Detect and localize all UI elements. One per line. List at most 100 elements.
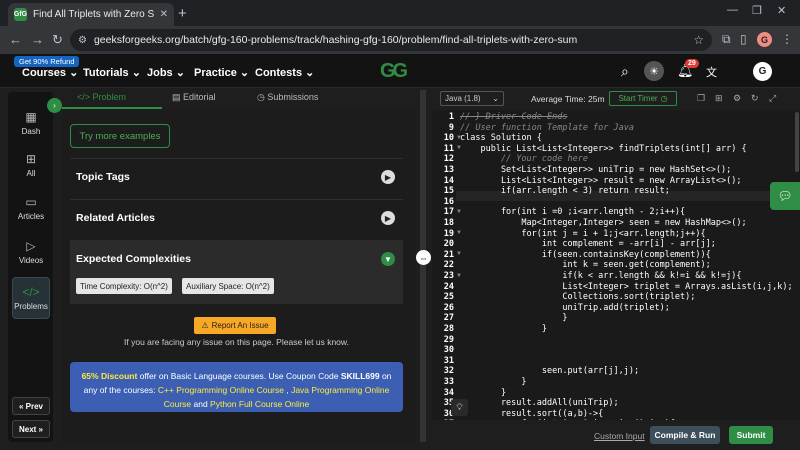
code-line: } — [460, 324, 547, 334]
chevron-right-icon[interactable]: ▶ — [381, 211, 395, 225]
line-number: 28 — [443, 324, 454, 334]
browser-tab[interactable]: GfG Find All Triplets with Zero Sum | ✕ — [8, 3, 174, 26]
resize-handle-icon[interactable]: ⇔ — [416, 250, 431, 265]
fullscreen-icon[interactable]: ⤢ — [769, 93, 776, 104]
cpp-course-link[interactable]: C++ Programming Online Course — [158, 385, 284, 395]
new-tab-icon[interactable]: + — [178, 5, 187, 22]
tab-problem[interactable]: </> Problem — [77, 92, 126, 102]
copy-icon[interactable]: ❐ — [697, 93, 705, 104]
collapse-sidebar-icon[interactable]: › — [47, 98, 62, 113]
editor-scrollbar[interactable] — [795, 112, 799, 172]
nav-courses[interactable]: Courses ⌄ — [22, 66, 78, 79]
minimize-icon[interactable]: — — [727, 4, 738, 16]
video-icon: ▷ — [26, 239, 36, 253]
line-number: 17 — [443, 207, 454, 218]
language-select[interactable]: Java (1.8) ⌄ — [440, 91, 504, 106]
nav-contests[interactable]: Contests ⌄ — [255, 66, 314, 79]
code-line: int complement = -arr[i] - arr[j]; — [460, 239, 716, 250]
side-panel-icon[interactable]: ▯ — [740, 32, 747, 46]
timer-icon: ◷ — [660, 94, 668, 103]
translate-icon[interactable]: 文 — [706, 64, 717, 80]
bookmark-star-icon[interactable]: ☆ — [693, 33, 704, 47]
line-number: 31 — [443, 355, 454, 366]
reset-icon[interactable]: ↻ — [751, 93, 759, 104]
custom-input-link[interactable]: Custom Input — [594, 431, 645, 441]
line-number: 23 — [443, 271, 454, 281]
site-info-icon[interactable]: ⚙ — [78, 35, 87, 46]
line-number: 33 — [443, 377, 454, 387]
code-editor[interactable]: 1 // } Driver Code Ends 9 // User function … — [432, 110, 800, 420]
back-icon[interactable]: ← — [9, 32, 22, 47]
code-line: } — [460, 313, 568, 324]
code-line: List<List<Integer>> result = new ArrayLi… — [460, 175, 742, 186]
report-issue-button[interactable]: ⚠ Report An Issue — [194, 317, 276, 334]
code-line: // Your code here — [460, 154, 588, 165]
topic-tags-section[interactable]: Topic Tags ▶ — [70, 158, 403, 194]
chevron-right-icon[interactable]: ▶ — [381, 170, 395, 184]
sidebar-item-articles[interactable]: ▭ Articles — [12, 187, 50, 229]
hint-bulb-icon[interactable]: 💡︎ — [451, 399, 468, 416]
code-line: } — [460, 387, 507, 398]
code-line: List<Integer> triplet = Arrays.asList(i,… — [460, 281, 793, 292]
line-number: 1 — [448, 112, 454, 122]
sidebar-item-all[interactable]: ⊞ All — [12, 144, 50, 186]
gfg-logo[interactable]: GG — [380, 60, 408, 83]
forward-icon[interactable]: → — [31, 32, 44, 47]
browser-menu-icon[interactable]: ⋮ — [781, 32, 793, 46]
tab-editorial[interactable]: ▤ Editorial — [172, 92, 216, 103]
prev-button[interactable]: « Prev — [12, 397, 50, 415]
start-timer-button[interactable]: Start Timer ◷ — [609, 91, 677, 106]
gfg-favicon-icon: GfG — [14, 8, 27, 21]
section-title: Expected Complexities — [76, 253, 191, 265]
extensions-icon[interactable]: ⧉ — [722, 32, 731, 47]
line-number: 15 — [443, 186, 454, 197]
sidebar-item-problems[interactable]: </> Problems — [12, 277, 50, 319]
search-icon[interactable]: ⌕ — [621, 63, 629, 80]
code-line: for(int i =0 ;i<arr.length - 2;i++){ — [460, 207, 686, 218]
tab-close-icon[interactable]: ✕ — [160, 9, 168, 20]
line-number: 14 — [443, 175, 454, 186]
chat-icon[interactable]: 💬︎ — [770, 182, 800, 210]
chevron-down-icon: ⌄ — [131, 67, 141, 79]
line-number: 11 — [443, 143, 454, 154]
chevron-down-icon: ⌄ — [239, 67, 250, 79]
reload-icon[interactable]: ↻ — [52, 32, 63, 48]
line-number: 22 — [443, 260, 454, 271]
address-bar[interactable]: ⚙ geeksforgeeks.org/batch/gfg-160-proble… — [70, 29, 712, 51]
chevron-down-icon: ⌄ — [175, 67, 185, 79]
theme-toggle-icon[interactable]: ☀ — [644, 61, 664, 81]
compile-run-button[interactable]: Compile & Run — [650, 426, 720, 444]
clock-icon: ◷ — [257, 92, 265, 102]
next-button[interactable]: Next » — [12, 420, 50, 438]
browser-profile-icon[interactable]: G — [757, 32, 772, 47]
settings-icon[interactable]: ⚙ — [733, 93, 741, 104]
tab-submissions[interactable]: ◷ Submissions — [257, 92, 318, 103]
related-articles-section[interactable]: Related Articles ▶ — [70, 199, 403, 235]
dashboard-icon: ▦ — [25, 110, 37, 124]
section-title: Topic Tags — [76, 171, 130, 183]
chevron-down-icon[interactable]: ▼ — [381, 252, 395, 266]
code-line: if(k < arr.length && k!=i && k!=j){ — [460, 271, 742, 281]
space-complexity-chip: Auxiliary Space: O(n^2) — [182, 278, 274, 294]
line-number: 12 — [443, 154, 454, 165]
time-complexity-chip: Time Complexity: O(n^2) — [76, 278, 172, 294]
submit-button[interactable]: Submit — [729, 426, 773, 444]
close-window-icon[interactable]: ✕ — [777, 4, 786, 17]
user-avatar[interactable]: G — [753, 62, 772, 81]
line-number: 18 — [443, 218, 454, 228]
nav-jobs[interactable]: Jobs ⌄ — [147, 66, 185, 79]
nav-tutorials[interactable]: Tutorials ⌄ — [83, 66, 141, 79]
format-icon[interactable]: ⊞ — [715, 93, 723, 104]
nav-practice[interactable]: Practice ⌄ — [194, 66, 249, 79]
code-line: if(seen.containsKey(complement)){ — [460, 249, 711, 260]
document-icon: ▤ — [172, 92, 181, 102]
try-more-examples-button[interactable]: Try more examples — [70, 124, 170, 148]
python-course-link[interactable]: Python Full Course Online — [210, 399, 309, 409]
sidebar-item-dash[interactable]: ▦ Dash — [12, 102, 50, 144]
maximize-icon[interactable]: ❐ — [752, 4, 762, 17]
sidebar-item-videos[interactable]: ▷ Videos — [12, 231, 50, 273]
site-header: Get 90% Refund Courses ⌄ Tutorials ⌄ Job… — [0, 54, 800, 88]
panel-divider[interactable] — [420, 90, 426, 442]
line-number: 32 — [443, 366, 454, 377]
code-line: seen.put(arr[j],j); — [460, 366, 640, 377]
